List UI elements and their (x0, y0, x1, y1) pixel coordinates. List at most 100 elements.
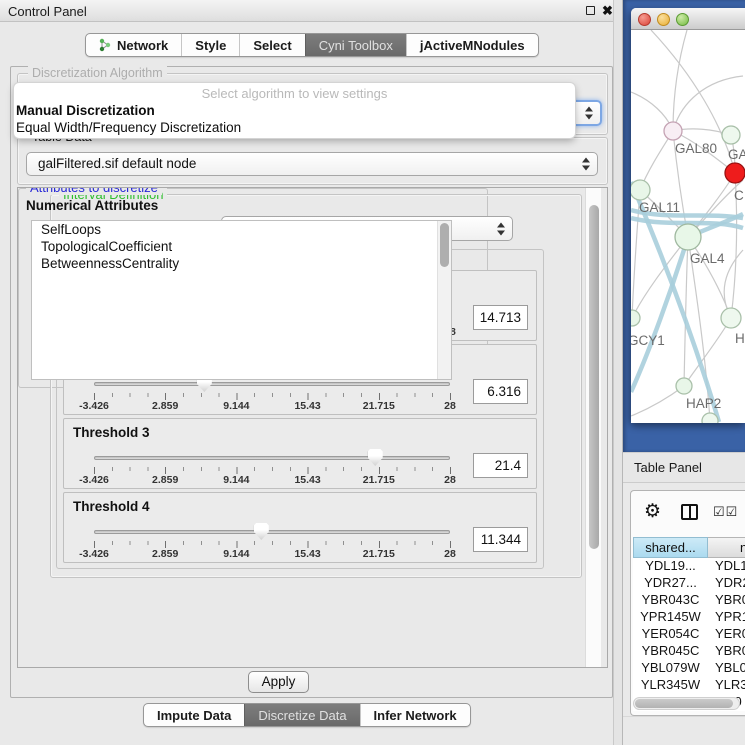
slider-track[interactable] (94, 530, 450, 534)
slider-major-ticks (94, 393, 452, 400)
scale-label: 28 (444, 474, 456, 486)
scale-label: 9.144 (223, 474, 249, 486)
network-node[interactable] (664, 122, 682, 140)
slider-track[interactable] (94, 456, 450, 460)
control-panel-titlebar: Control Panel ✖ (0, 0, 620, 22)
cell-shared-name: YER054C (633, 626, 708, 643)
tab-select[interactable]: Select (239, 34, 304, 56)
scale-label: 15.43 (294, 548, 320, 560)
threshold-value-field[interactable]: 6.316 (473, 379, 528, 404)
slider-thumb-icon[interactable] (254, 523, 269, 540)
column-header-shared-name[interactable]: shared... (633, 537, 708, 558)
threshold-slider[interactable] (94, 449, 450, 467)
table-row[interactable]: YBR045CYBR0 (633, 643, 745, 660)
table-row[interactable]: YBR043CYBR0 (633, 592, 745, 609)
dropdown-option[interactable]: Manual Discretization (14, 102, 575, 119)
tab-impute-data[interactable]: Impute Data (144, 704, 244, 726)
scrollbar-thumb[interactable] (589, 205, 599, 549)
tab-discretize-data[interactable]: Discretize Data (244, 704, 359, 726)
tab-label: Cyni Toolbox (319, 38, 393, 53)
network-edge (673, 30, 687, 131)
network-node[interactable] (631, 310, 640, 326)
attribute-list-item[interactable]: BetweennessCentrality (32, 255, 451, 272)
table-data-selected-value: galFiltered.sif default node (38, 156, 196, 171)
numerical-attributes-label: Numerical Attributes (26, 198, 158, 213)
network-node[interactable] (702, 413, 718, 423)
cell-name: YLR3 (708, 677, 745, 694)
list-scrollbar[interactable] (437, 221, 451, 379)
threshold-value-field[interactable]: 14.713 (473, 305, 528, 330)
vertical-scrollbar[interactable] (585, 188, 601, 667)
tab-label: jActiveMNodules (420, 38, 525, 53)
network-node[interactable] (721, 308, 741, 328)
threshold-value-field[interactable]: 11.344 (473, 527, 528, 552)
table-row[interactable]: YDL19...YDL1 (633, 558, 745, 575)
network-node[interactable] (631, 180, 650, 200)
threshold-value-field[interactable]: 21.4 (473, 453, 528, 478)
network-view-window[interactable]: GAL80GACGAL11GAL4GCY1HHAP2 (631, 8, 745, 423)
network-icon (99, 38, 112, 52)
table-row[interactable]: YDR27...YDR2 (633, 575, 745, 592)
cyni-toolbox-panel: Discretization Algorithm Select algorith… (10, 66, 613, 698)
network-node-label: C (734, 188, 744, 203)
horizontal-scrollbar[interactable] (633, 697, 740, 710)
table-row[interactable]: YPR145WYPR1 (633, 609, 745, 626)
slider-track[interactable] (94, 382, 450, 386)
network-edge (673, 76, 743, 131)
dropdown-placeholder-item[interactable]: Select algorithm to view settings (14, 85, 575, 102)
select-columns-checkboxes-icon[interactable]: ☑☑ (713, 504, 738, 520)
table-data-combobox[interactable]: galFiltered.sif default node (26, 152, 598, 176)
network-node[interactable] (675, 224, 701, 250)
minimize-traffic-light-icon[interactable] (657, 13, 670, 26)
table-row[interactable]: YBL079WYBL0 (633, 660, 745, 677)
zoom-traffic-light-icon[interactable] (676, 13, 689, 26)
apply-button[interactable]: Apply (248, 671, 309, 693)
cell-shared-name: YLR345W (633, 677, 708, 694)
scale-label: 15.43 (294, 474, 320, 486)
numerical-attributes-list[interactable]: SelfLoopsTopologicalCoefficientBetweenne… (31, 220, 452, 380)
threshold-panel: Threshold 3 -3.4262.8599.14415.4321.7152… (63, 418, 537, 489)
table-row[interactable]: YER054CYER0 (633, 626, 745, 643)
columns-icon[interactable] (681, 504, 698, 520)
network-node[interactable] (676, 378, 692, 394)
panel-splitter[interactable] (613, 0, 623, 745)
discretization-algorithm-group-title: Discretization Algorithm (28, 66, 167, 81)
control-panel-title: Control Panel (8, 4, 87, 19)
attribute-list-item[interactable]: TopologicalCoefficient (32, 238, 451, 255)
tab-cyni-toolbox[interactable]: Cyni Toolbox (305, 34, 406, 56)
scale-label: 9.144 (223, 400, 249, 412)
threshold-slider[interactable] (94, 523, 450, 541)
cell-name: YBR0 (708, 643, 745, 660)
network-canvas[interactable]: GAL80GACGAL11GAL4GCY1HHAP2 (631, 30, 745, 423)
tab-network[interactable]: Network (86, 34, 181, 56)
right-panel: GAL80GACGAL11GAL4GCY1HHAP2 Table Panel ⚙… (623, 0, 745, 745)
cell-name: YPR1 (708, 609, 745, 626)
float-window-icon[interactable] (586, 6, 595, 15)
tab-label: Select (253, 38, 291, 53)
network-node[interactable] (722, 126, 740, 144)
attribute-list-item[interactable]: SelfLoops (32, 221, 451, 238)
tab-style[interactable]: Style (181, 34, 239, 56)
gear-icon[interactable]: ⚙ (644, 500, 661, 523)
dropdown-option[interactable]: Equal Width/Frequency Discretization (14, 119, 575, 136)
tab-infer-network[interactable]: Infer Network (360, 704, 470, 726)
slider-scale-labels: -3.4262.8599.14415.4321.71528 (94, 400, 450, 412)
network-node-label: GAL80 (675, 141, 717, 156)
network-edge (684, 318, 731, 386)
scale-label: 15.43 (294, 400, 320, 412)
slider-scale-labels: -3.4262.8599.14415.4321.71528 (94, 474, 450, 486)
close-icon[interactable]: ✖ (602, 3, 613, 19)
tab-jactivemnodules[interactable]: jActiveMNodules (406, 34, 538, 56)
network-node[interactable] (725, 163, 745, 183)
scale-label: -3.426 (79, 400, 109, 412)
cell-shared-name: YDL19... (633, 558, 708, 575)
table-panel-title: Table Panel (634, 460, 702, 475)
bottom-tab-bar: Impute DataDiscretize Data Infer Network (143, 703, 471, 727)
column-header-name[interactable]: n (708, 537, 745, 558)
close-traffic-light-icon[interactable] (638, 13, 651, 26)
tab-label: Infer Network (374, 708, 457, 723)
slider-thumb-icon[interactable] (368, 449, 383, 466)
cell-name: YER0 (708, 626, 745, 643)
network-desktop: GAL80GACGAL11GAL4GCY1HHAP2 (623, 0, 745, 452)
table-row[interactable]: YLR345WYLR3 (633, 677, 745, 694)
